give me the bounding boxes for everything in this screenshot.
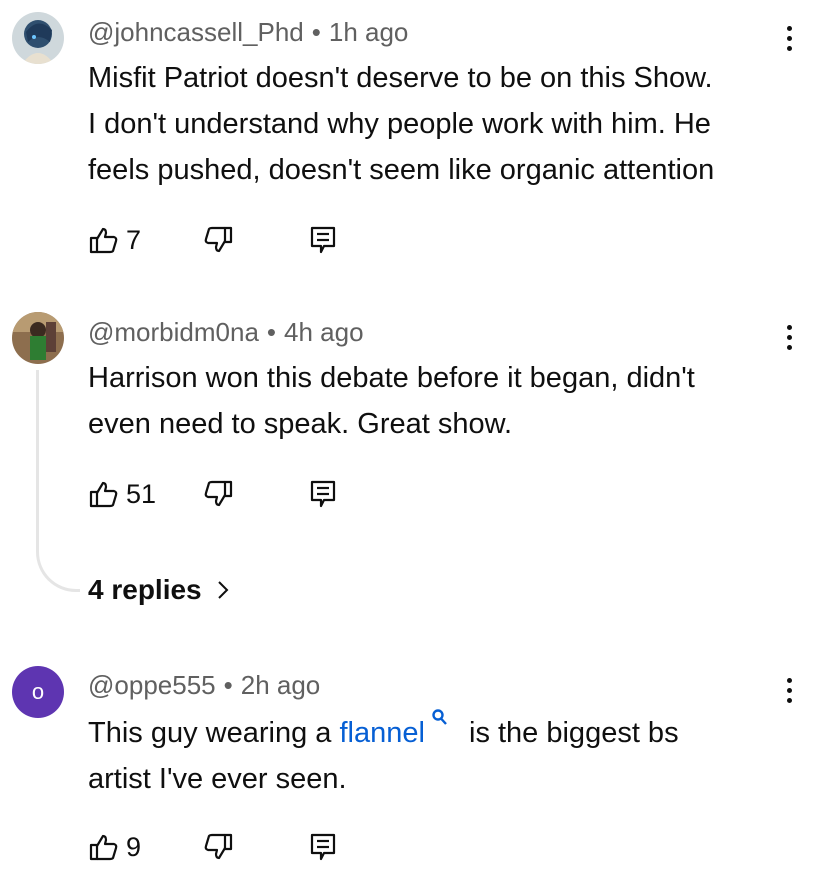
avatar-letter: o xyxy=(31,679,45,704)
avatar[interactable]: o xyxy=(12,666,64,718)
thumbs-up-icon xyxy=(89,834,118,861)
dislike-button[interactable] xyxy=(202,220,234,260)
search-link[interactable]: flannel xyxy=(339,717,424,749)
thread-line xyxy=(36,370,80,592)
thumbs-down-icon xyxy=(204,226,233,253)
comment-meta: @oppe555 • 2h ago xyxy=(88,670,320,701)
like-button[interactable]: 51 xyxy=(88,474,156,514)
meta-separator: • xyxy=(266,317,277,347)
thumbs-up-icon xyxy=(89,227,118,254)
like-count: 7 xyxy=(126,224,142,255)
meta-separator: • xyxy=(223,670,233,700)
comment-text-line: Misfit Patriot doesn't deserve to be on … xyxy=(88,62,713,94)
reply-button[interactable] xyxy=(308,827,338,867)
more-vertical-icon xyxy=(786,25,792,31)
comment-text-line: This guy wearing a flannel is the bigges… xyxy=(88,708,788,756)
dislike-button[interactable] xyxy=(202,474,234,514)
comment-text-line: even need to speak. Great show. xyxy=(88,408,512,440)
like-count: 9 xyxy=(126,831,142,862)
chevron-right-icon xyxy=(217,581,229,599)
search-icon[interactable] xyxy=(431,708,449,728)
comment-time[interactable]: 1h ago xyxy=(329,17,409,47)
comment-meta: @johncassell_Phd • 1h ago xyxy=(88,17,408,48)
reply-comment-icon xyxy=(310,226,336,254)
view-replies-button[interactable]: 4 replies xyxy=(88,574,230,606)
more-options-button[interactable] xyxy=(774,18,804,58)
reply-button[interactable] xyxy=(308,220,338,260)
avatar[interactable] xyxy=(12,312,64,364)
comment-text-line: feels pushed, doesn't seem like organic … xyxy=(88,154,715,186)
more-options-button[interactable] xyxy=(774,670,804,710)
meta-separator: • xyxy=(311,17,321,47)
author-handle[interactable]: @morbidm0na xyxy=(88,317,259,347)
reply-comment-icon xyxy=(310,480,336,508)
author-handle[interactable]: @oppe555 xyxy=(88,670,216,700)
comment-text: This guy wearing a flannel is the bigges… xyxy=(88,708,788,802)
reply-button[interactable] xyxy=(308,474,338,514)
like-button[interactable]: 7 xyxy=(88,220,141,260)
dislike-button[interactable] xyxy=(202,827,234,867)
more-vertical-icon xyxy=(786,677,792,683)
comment-time[interactable]: 4h ago xyxy=(284,317,364,347)
more-options-button[interactable] xyxy=(774,317,804,357)
comment-text-line: artist I've ever seen. xyxy=(88,763,347,795)
more-vertical-icon xyxy=(786,324,792,330)
comment-text-segment: This guy wearing a xyxy=(88,717,340,749)
thumbs-down-icon xyxy=(204,833,233,860)
comment-meta: @morbidm0na • 4h ago xyxy=(88,317,364,348)
replies-label: 4 replies xyxy=(88,574,202,605)
author-handle[interactable]: @johncassell_Phd xyxy=(88,17,304,47)
comment-text-line: Harrison won this debate before it began… xyxy=(88,362,695,394)
comment-actions: 9 xyxy=(88,827,388,867)
comment-text-line: I don't understand why people work with … xyxy=(88,108,711,140)
comment-time[interactable]: 2h ago xyxy=(241,670,321,700)
comment-actions: 7 xyxy=(88,220,388,260)
comment-text: Misfit Patriot doesn't deserve to be on … xyxy=(88,55,788,193)
thumbs-down-icon xyxy=(204,480,233,507)
like-button[interactable]: 9 xyxy=(88,827,141,867)
comment-actions: 51 xyxy=(88,474,388,514)
comment-text-segment: is the biggest bs xyxy=(460,717,679,749)
like-count: 51 xyxy=(126,478,157,509)
reply-comment-icon xyxy=(310,833,336,861)
avatar[interactable] xyxy=(12,12,64,64)
comment-text: Harrison won this debate before it began… xyxy=(88,355,788,447)
thumbs-up-icon xyxy=(89,481,118,508)
